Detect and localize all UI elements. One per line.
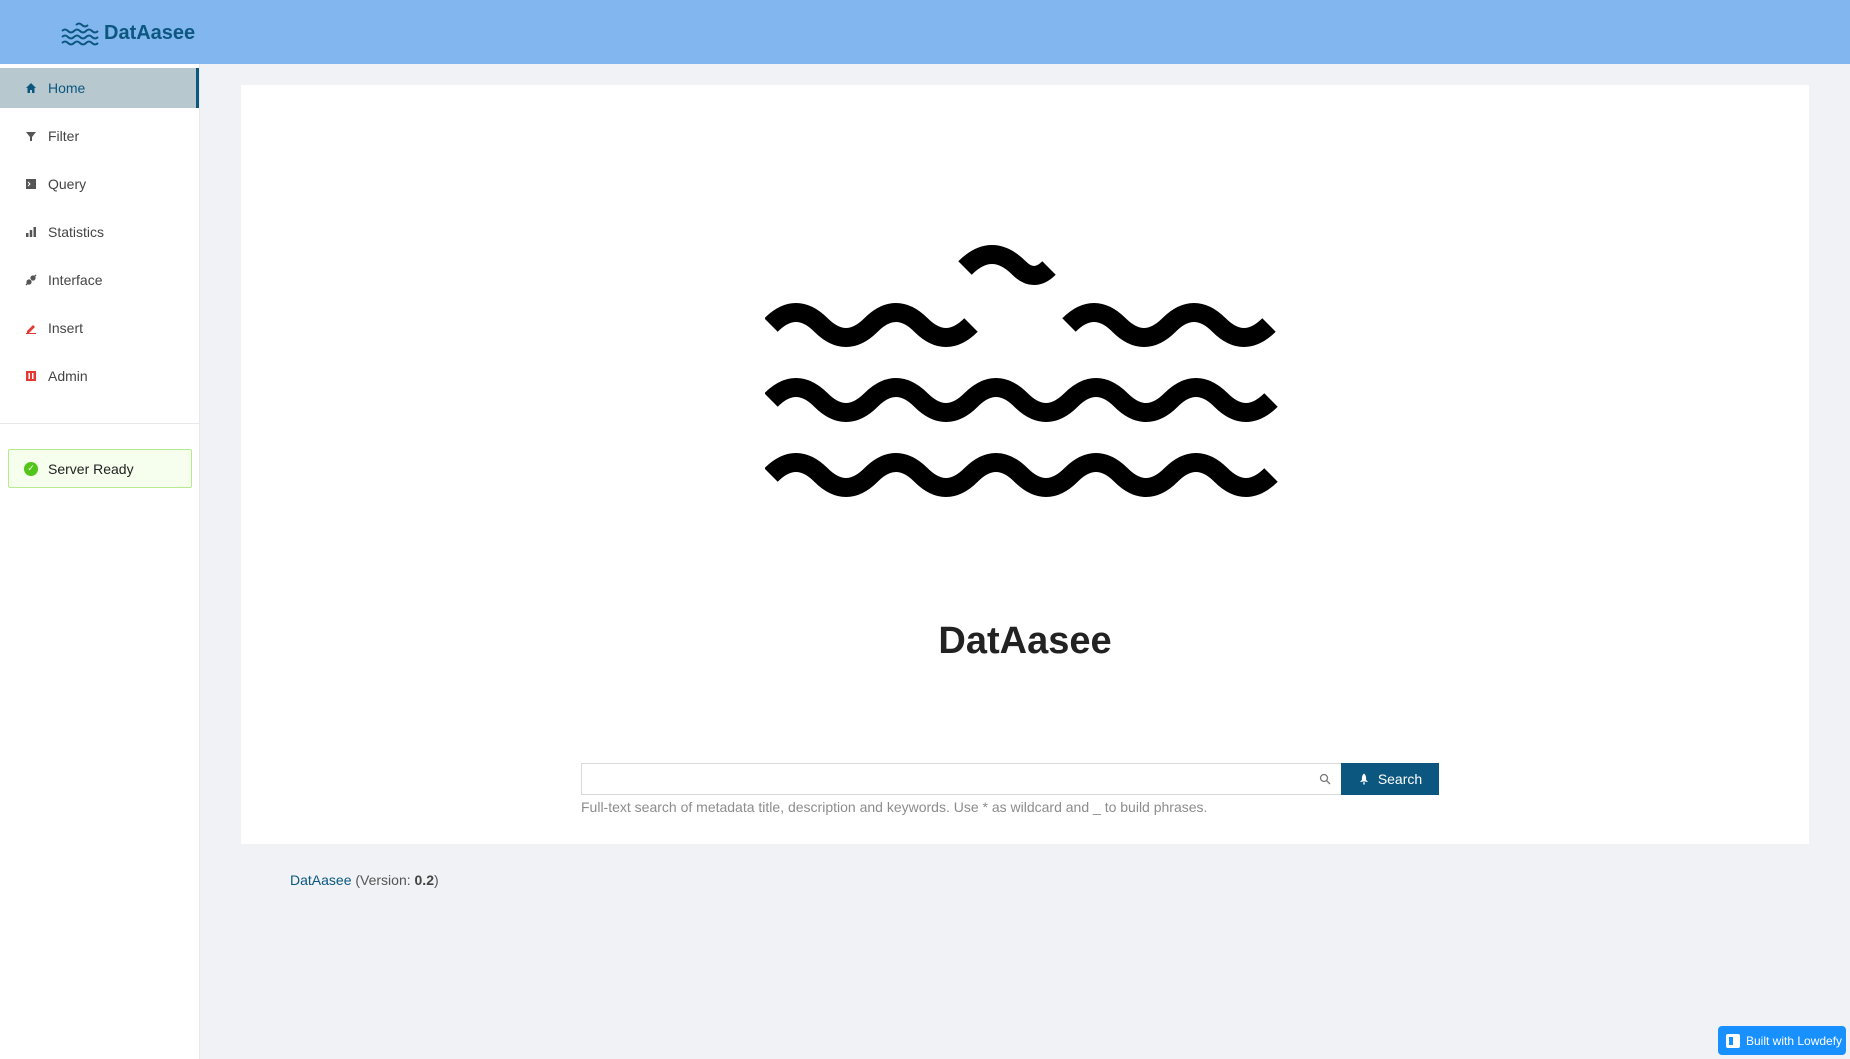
sidebar-item-label: Home <box>48 80 86 96</box>
footer: DatAasee (Version: 0.2) <box>290 872 439 888</box>
server-status-alert: ✓ Server Ready <box>8 449 192 488</box>
server-status-text: Server Ready <box>48 460 134 477</box>
sidebar-divider <box>0 423 200 424</box>
version-prefix: (Version: <box>355 872 415 888</box>
lowdefy-logo-icon <box>1726 1033 1740 1048</box>
badge-label: Built with Lowdefy <box>1746 1033 1843 1048</box>
page-title: DatAasee <box>938 620 1112 662</box>
check-circle-icon: ✓ <box>24 461 38 476</box>
version-number: 0.2 <box>414 872 434 888</box>
waves-logo-icon <box>765 245 1278 497</box>
waves-logo-icon <box>61 22 99 46</box>
sidebar-item-label: Interface <box>48 272 103 288</box>
search-button-label: Search <box>1377 771 1423 787</box>
sidebar-item-admin[interactable]: Admin <box>0 356 199 396</box>
terminal-icon <box>24 177 38 191</box>
sidebar-item-interface[interactable]: Interface <box>0 260 199 300</box>
search-button[interactable]: Search <box>1341 763 1439 795</box>
api-icon <box>24 273 38 287</box>
admin-icon <box>24 369 38 383</box>
search-bar: Search <box>581 763 1439 795</box>
sidebar-item-label: Filter <box>48 128 80 144</box>
brand-name: DatAasee <box>104 21 196 44</box>
sidebar-item-filter[interactable]: Filter <box>0 116 199 156</box>
search-icon <box>1319 773 1331 785</box>
brand-logo[interactable]: DatAasee <box>60 20 195 46</box>
sidebar-item-label: Admin <box>48 368 88 384</box>
search-field[interactable] <box>581 763 1341 795</box>
edit-icon <box>24 321 38 335</box>
sidebar-item-query[interactable]: Query <box>0 164 199 204</box>
search-help-text: Full-text search of metadata title, desc… <box>581 799 1208 815</box>
sidebar-item-statistics[interactable]: Statistics <box>0 212 199 252</box>
home-icon <box>24 81 38 95</box>
sidebar-item-label: Statistics <box>48 224 105 240</box>
built-with-lowdefy-badge[interactable]: Built with Lowdefy <box>1718 1026 1846 1055</box>
filter-icon <box>24 129 38 143</box>
main-content: DatAasee Search Full-text search of meta… <box>241 85 1809 844</box>
sidebar-item-home[interactable]: Home <box>0 68 199 108</box>
version-suffix: ) <box>433 872 439 888</box>
sidebar: Home Filter Query Statistics Interface I… <box>0 64 200 1059</box>
app-link[interactable]: DatAasee <box>290 872 351 888</box>
top-header: DatAasee <box>0 0 1850 64</box>
search-input[interactable] <box>582 765 1319 793</box>
rocket-icon <box>1359 773 1368 785</box>
bar-chart-icon <box>24 225 38 239</box>
sidebar-item-label: Query <box>48 176 87 192</box>
sidebar-item-label: Insert <box>48 320 84 336</box>
sidebar-item-insert[interactable]: Insert <box>0 308 199 348</box>
sidebar-menu: Home Filter Query Statistics Interface I… <box>0 64 199 396</box>
